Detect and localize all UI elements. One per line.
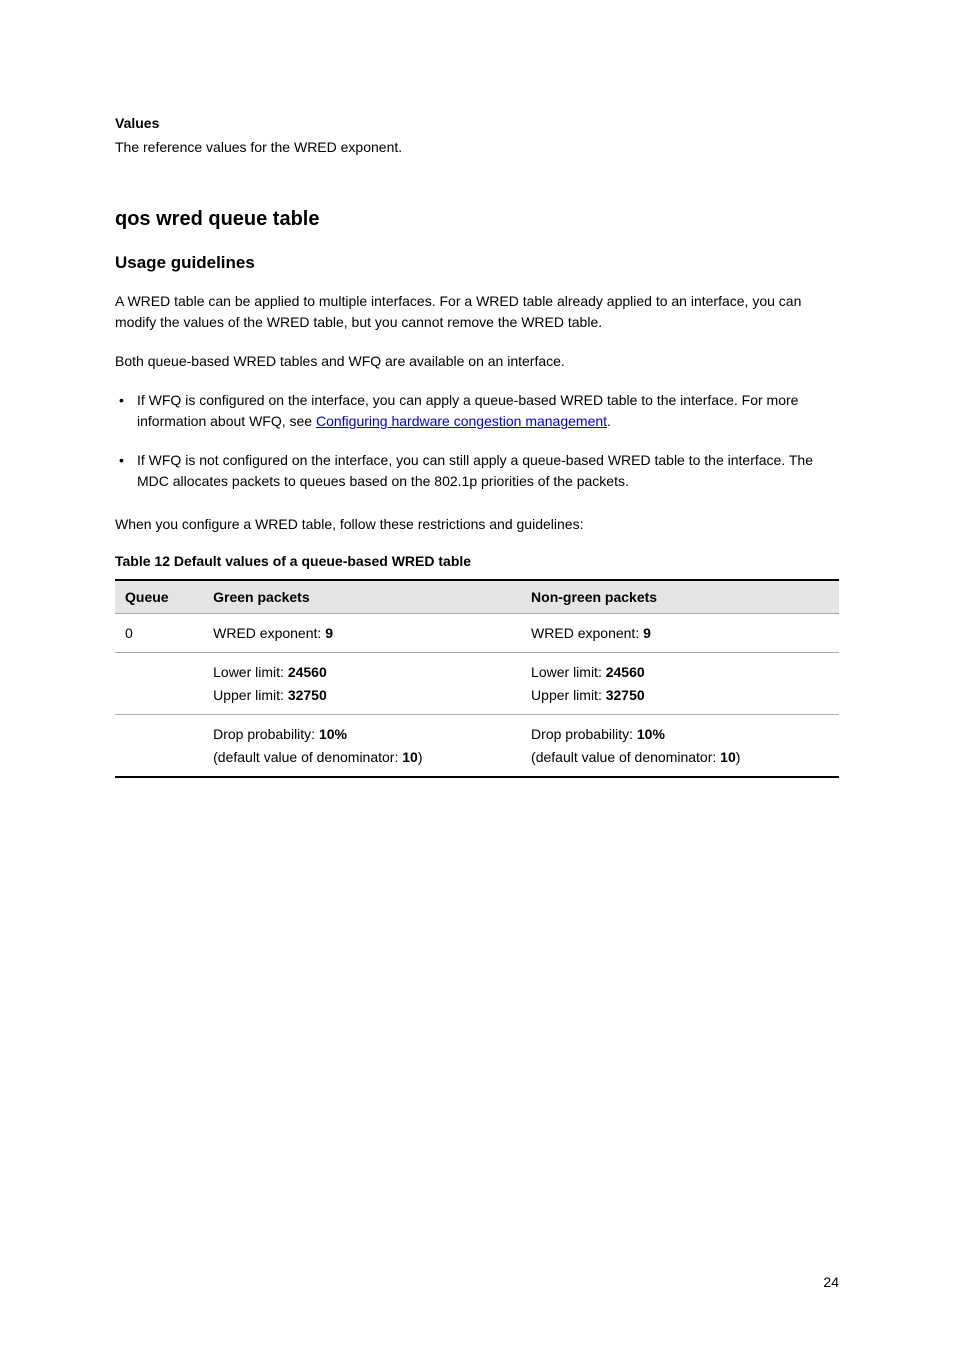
table-row: Drop probability: 10%(default value of d… <box>115 715 839 777</box>
col-header-queue: Queue <box>115 580 203 614</box>
usage-bullet-1: If WFQ is configured on the interface, y… <box>137 390 839 432</box>
values-text: The reference values for the WRED expone… <box>115 137 839 158</box>
table-header-row: Queue Green packets Non-green packets <box>115 580 839 614</box>
cell-queue-empty <box>115 653 203 715</box>
usage-bullet-list: If WFQ is configured on the interface, y… <box>115 390 839 492</box>
table-row: 0 WRED exponent: 9 WRED exponent: 9 <box>115 614 839 653</box>
cell-nongreen-exp: WRED exponent: 9 <box>521 614 839 653</box>
cell-queue-empty2 <box>115 715 203 777</box>
cell-green-exp: WRED exponent: 9 <box>203 614 521 653</box>
section-heading: qos wred queue table <box>115 208 839 231</box>
cell-queue-0: 0 <box>115 614 203 653</box>
page-number: 24 <box>823 1274 839 1290</box>
wfq-link[interactable]: Configuring hardware congestion manageme… <box>316 413 607 429</box>
usage-para-1: A WRED table can be applied to multiple … <box>115 291 839 333</box>
usage-para-3: When you configure a WRED table, follow … <box>115 514 839 535</box>
usage-bullet-2: If WFQ is not configured on the interfac… <box>137 450 839 492</box>
cell-green-drop: Drop probability: 10%(default value of d… <box>203 715 521 777</box>
wred-default-table: Queue Green packets Non-green packets 0 … <box>115 579 839 778</box>
cell-green-limits: Lower limit: 24560Upper limit: 32750 <box>203 653 521 715</box>
cell-nongreen-drop: Drop probability: 10%(default value of d… <box>521 715 839 777</box>
table-caption: Table 12 Default values of a queue-based… <box>115 553 839 569</box>
values-block: Values The reference values for the WRED… <box>115 115 839 158</box>
values-title: Values <box>115 115 839 131</box>
bullet-1-suffix: . <box>607 413 611 429</box>
cell-nongreen-limits: Lower limit: 24560Upper limit: 32750 <box>521 653 839 715</box>
table-row: Lower limit: 24560Upper limit: 32750 Low… <box>115 653 839 715</box>
col-header-nongreen: Non-green packets <box>521 580 839 614</box>
col-header-green: Green packets <box>203 580 521 614</box>
usage-guidelines-heading: Usage guidelines <box>115 253 839 273</box>
usage-para-2: Both queue-based WRED tables and WFQ are… <box>115 351 839 372</box>
